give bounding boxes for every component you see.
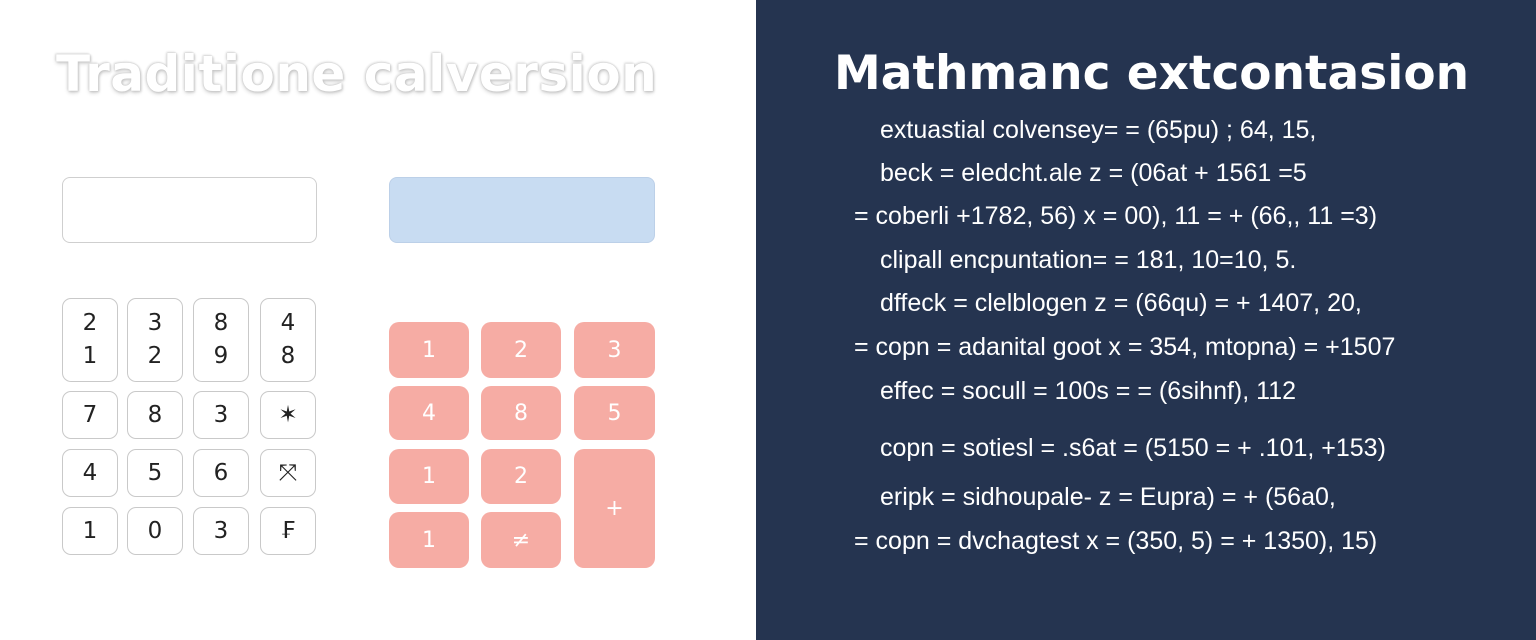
pink-key-4[interactable]: 4 bbox=[389, 386, 469, 440]
formula-line: = coberli +1782, 56) x = 00), 11 = + (66… bbox=[854, 202, 1378, 230]
key-top-label: 3 bbox=[147, 310, 163, 336]
formula-line: = copn = adanital goot x = 354, mtopna) … bbox=[854, 333, 1396, 361]
formula-line: clipall encpuntation= = 181, 10=10, 5. bbox=[880, 246, 1297, 274]
pink-key-not-equal[interactable]: ≠ bbox=[481, 512, 561, 568]
key-2-1[interactable]: 2 1 bbox=[62, 298, 118, 382]
key-0[interactable]: 0 bbox=[127, 507, 183, 555]
key-8-9[interactable]: 8 9 bbox=[193, 298, 249, 382]
key-4-8[interactable]: 4 8 bbox=[260, 298, 316, 382]
formula-line: eripk = sidhoupale- z = Eupra) = + (56a0… bbox=[880, 483, 1336, 511]
pink-key-5[interactable]: 5 bbox=[574, 386, 655, 440]
formula-line: beck = eledcht.ale z = (06at + 1561 =5 bbox=[880, 159, 1307, 187]
key-bottom-label: 9 bbox=[213, 343, 229, 369]
formula-line: dffeck = clelblogen z = (66qu) = + 1407,… bbox=[880, 289, 1362, 317]
formula-line: effec = socull = 100s = = (6sihnf), 112 bbox=[880, 377, 1297, 405]
pink-key-1[interactable]: 1 bbox=[389, 322, 469, 378]
pink-key-3[interactable]: 3 bbox=[574, 322, 655, 378]
pink-key-1[interactable]: 1 bbox=[389, 449, 469, 504]
key-multiply[interactable]: ✶ bbox=[260, 391, 316, 439]
math-title: Mathmanc extcontasion bbox=[834, 46, 1470, 101]
math-panel: Mathmanc extcontasion extuastial colvens… bbox=[756, 0, 1536, 640]
key-6[interactable]: 6 bbox=[193, 449, 249, 497]
key-5[interactable]: 5 bbox=[127, 449, 183, 497]
key-cross[interactable]: ⤧ bbox=[260, 449, 316, 497]
key-bottom-label: 8 bbox=[280, 343, 296, 369]
key-3[interactable]: 3 bbox=[193, 391, 249, 439]
formula-line: = copn = dvchagtest x = (350, 5) = + 135… bbox=[854, 527, 1378, 555]
formula-line: copn = sotiesl = .s6at = (5150 = + .101,… bbox=[880, 434, 1386, 462]
key-franc[interactable]: ₣ bbox=[260, 507, 316, 555]
traditional-title: Traditione calversion bbox=[56, 45, 658, 103]
key-bottom-label: 1 bbox=[82, 343, 98, 369]
pink-calculator-display[interactable] bbox=[389, 177, 655, 243]
pink-key-plus[interactable]: + bbox=[574, 449, 655, 568]
key-8[interactable]: 8 bbox=[127, 391, 183, 439]
traditional-panel: Traditione calversion 2 1 3 2 8 9 4 8 7 … bbox=[0, 0, 756, 640]
calculator-display[interactable] bbox=[62, 177, 317, 243]
pink-key-8[interactable]: 8 bbox=[481, 386, 561, 440]
key-3-2[interactable]: 3 2 bbox=[127, 298, 183, 382]
key-top-label: 2 bbox=[82, 310, 98, 336]
pink-key-2[interactable]: 2 bbox=[481, 449, 561, 504]
formula-line: extuastial colvensey= = (65pu) ; 64, 15, bbox=[880, 116, 1317, 144]
key-1[interactable]: 1 bbox=[62, 507, 118, 555]
key-7[interactable]: 7 bbox=[62, 391, 118, 439]
pink-key-1[interactable]: 1 bbox=[389, 512, 469, 568]
key-3[interactable]: 3 bbox=[193, 507, 249, 555]
key-top-label: 8 bbox=[213, 310, 229, 336]
pink-key-2[interactable]: 2 bbox=[481, 322, 561, 378]
app-root: Traditione calversion 2 1 3 2 8 9 4 8 7 … bbox=[0, 0, 1536, 640]
key-bottom-label: 2 bbox=[147, 343, 163, 369]
key-top-label: 4 bbox=[280, 310, 296, 336]
key-4[interactable]: 4 bbox=[62, 449, 118, 497]
